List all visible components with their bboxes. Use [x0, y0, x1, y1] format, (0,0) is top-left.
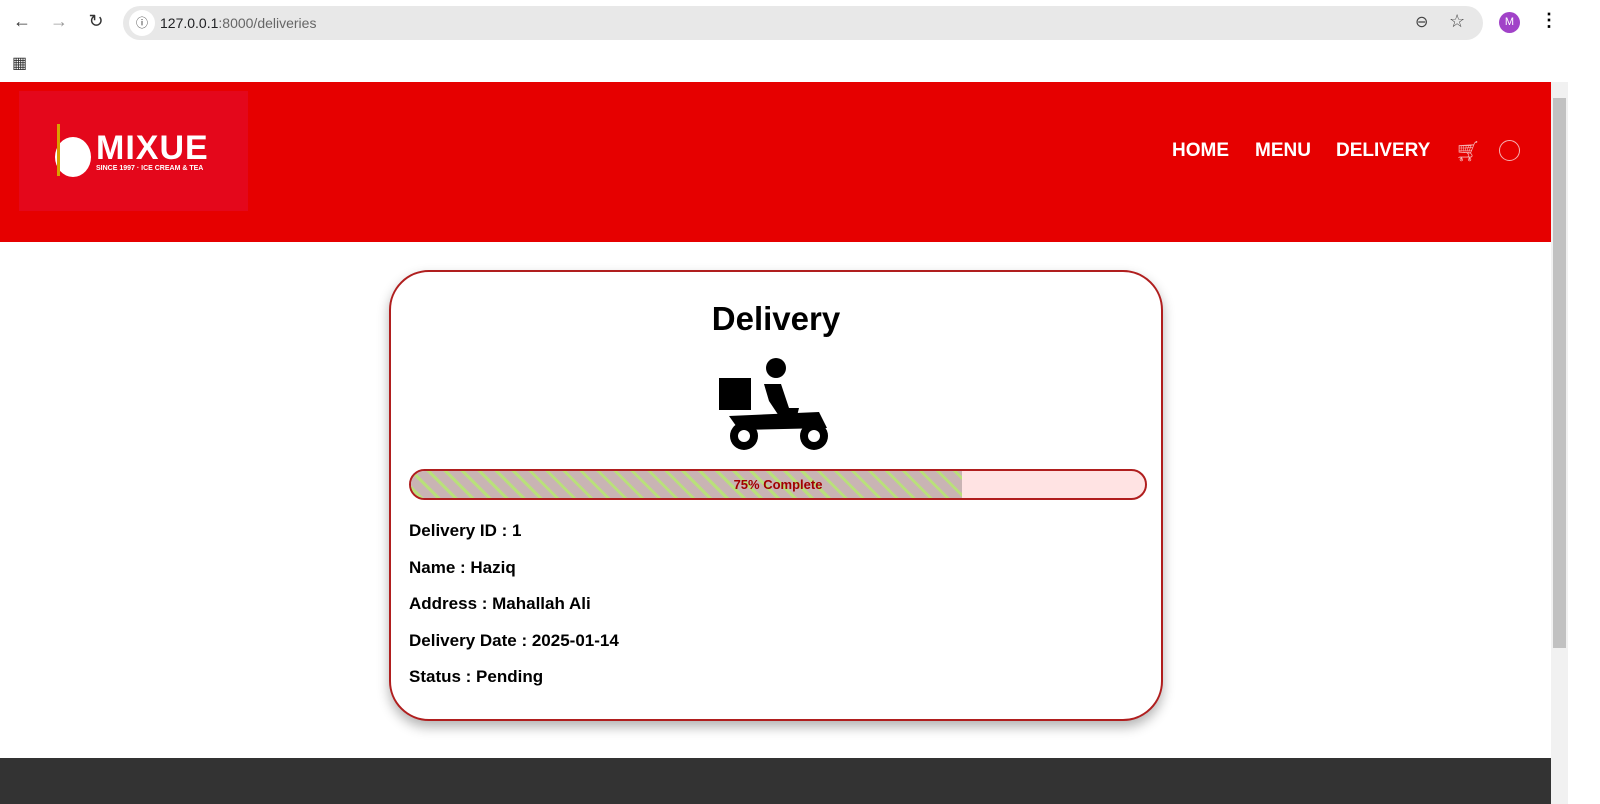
- page-title: Delivery: [711, 300, 841, 337]
- user-icon[interactable]: [1499, 140, 1520, 161]
- delivery-date: Delivery Date : 2025-01-14: [409, 631, 619, 650]
- url-host: 127.0.0.1: [160, 15, 219, 31]
- back-icon[interactable]: ←: [11, 10, 33, 32]
- scrollbar[interactable]: [1551, 82, 1568, 804]
- nav-home[interactable]: HOME: [1172, 140, 1229, 162]
- zoom-out-icon[interactable]: ⊖: [1415, 12, 1428, 32]
- cart-icon[interactable]: 🛒︎: [1455, 139, 1480, 164]
- url-path: :8000/deliveries: [218, 15, 317, 31]
- address-bar[interactable]: ⓘ 127.0.0.1:8000/deliveries ⊖ ☆: [123, 6, 1483, 40]
- info-icon[interactable]: ⓘ: [129, 10, 155, 36]
- progress-label: 75% Complete: [733, 477, 823, 492]
- site-footer: [0, 758, 1551, 804]
- progress-bar: 75% Complete: [409, 469, 1147, 500]
- nav-delivery[interactable]: DELIVERY: [1336, 140, 1430, 162]
- logo-tagline: SINCE 1997 · ICE CREAM & TEA: [96, 165, 204, 172]
- torch-icon: [57, 124, 60, 176]
- menu-dots-icon[interactable]: ⋮: [1540, 10, 1558, 31]
- delivery-address: Address : Mahallah Ali: [409, 594, 591, 613]
- nav-menu[interactable]: MENU: [1255, 140, 1311, 162]
- site-header: MIXUE SINCE 1997 · ICE CREAM & TEA HOME …: [0, 82, 1551, 242]
- delivery-status: Status : Pending: [409, 667, 544, 686]
- delivery-name: Name : Haziq: [409, 558, 516, 577]
- scrollbar-thumb[interactable]: [1553, 98, 1566, 648]
- snowman-mascot-icon: [55, 137, 91, 177]
- apps-grid-icon[interactable]: ▦: [12, 53, 27, 73]
- profile-avatar[interactable]: M: [1499, 12, 1520, 33]
- delivery-id: Delivery ID : 1: [409, 521, 522, 540]
- browser-toolbar: ← → ↻ ⓘ 127.0.0.1:8000/deliveries ⊖ ☆ M …: [0, 0, 1600, 42]
- forward-icon[interactable]: →: [48, 10, 70, 32]
- mixue-logo[interactable]: MIXUE SINCE 1997 · ICE CREAM & TEA: [19, 91, 248, 211]
- reload-icon[interactable]: ↻: [85, 10, 107, 32]
- bookmark-star-icon[interactable]: ☆: [1449, 11, 1465, 32]
- delivery-scooter-icon: [719, 358, 828, 450]
- delivery-card: Delivery 75% Complete Delivery ID : 1 Na…: [389, 270, 1163, 721]
- logo-text: MIXUE: [96, 129, 209, 167]
